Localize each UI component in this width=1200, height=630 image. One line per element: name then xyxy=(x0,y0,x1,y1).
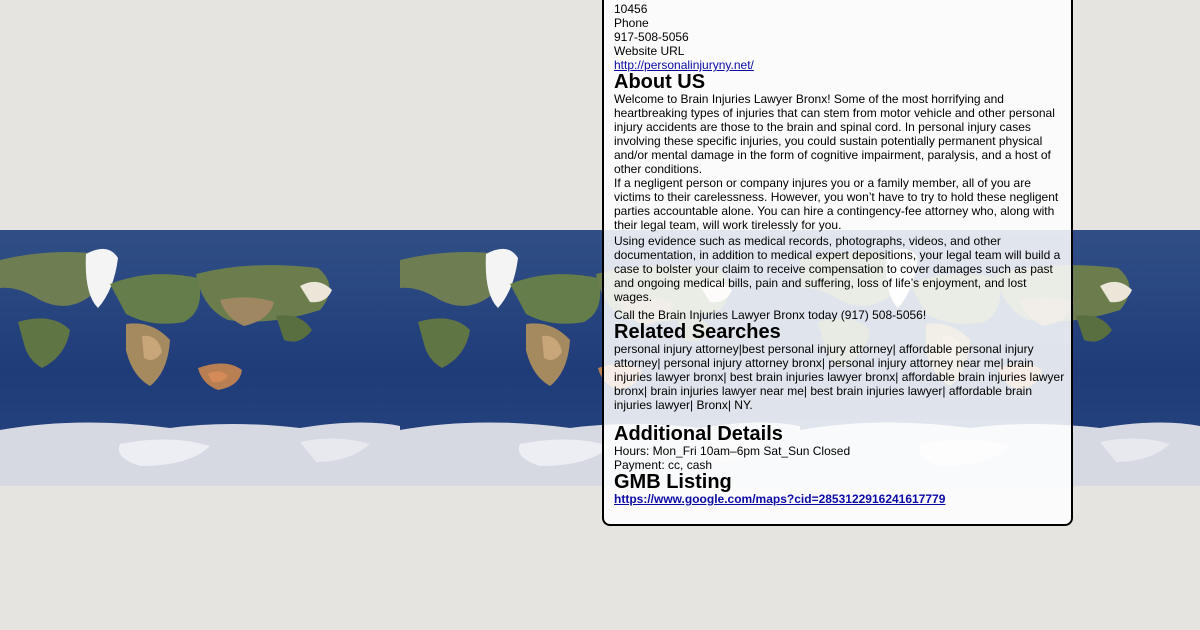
payment-methods: Payment: cc, cash xyxy=(614,458,713,472)
world-map-image xyxy=(0,230,400,486)
related-searches-heading: Related Searches xyxy=(614,321,781,343)
about-paragraph-1: Welcome to Brain Injuries Lawyer Bronx! … xyxy=(614,92,1055,176)
phone-label: Phone xyxy=(614,16,649,30)
about-paragraph-3: Using evidence such as medical records, … xyxy=(614,234,1061,304)
related-searches-text: personal injury attorney|best personal i… xyxy=(614,342,1065,412)
business-listing-card: 10456 Phone 917-508-5056 Website URL htt… xyxy=(602,0,1073,526)
listing-content: 10456 Phone 917-508-5056 Website URL htt… xyxy=(614,2,1066,506)
website-label: Website URL xyxy=(614,44,685,58)
additional-details-heading: Additional Details xyxy=(614,423,783,445)
phone-number: 917-508-5056 xyxy=(614,30,689,44)
zip-code: 10456 xyxy=(614,2,648,16)
gmb-listing-link[interactable]: https://www.google.com/maps?cid=28531229… xyxy=(614,492,945,506)
about-call-to-action: Call the Brain Injuries Lawyer Bronx tod… xyxy=(614,308,927,322)
business-hours: Hours: Mon_Fri 10am–6pm Sat_Sun Closed xyxy=(614,444,851,458)
website-link[interactable]: http://personalinjuryny.net/ xyxy=(614,58,754,72)
about-heading: About US xyxy=(614,71,706,93)
gmb-listing-heading: GMB Listing xyxy=(614,471,732,493)
about-paragraph-2: If a negligent person or company injures… xyxy=(614,176,1059,232)
